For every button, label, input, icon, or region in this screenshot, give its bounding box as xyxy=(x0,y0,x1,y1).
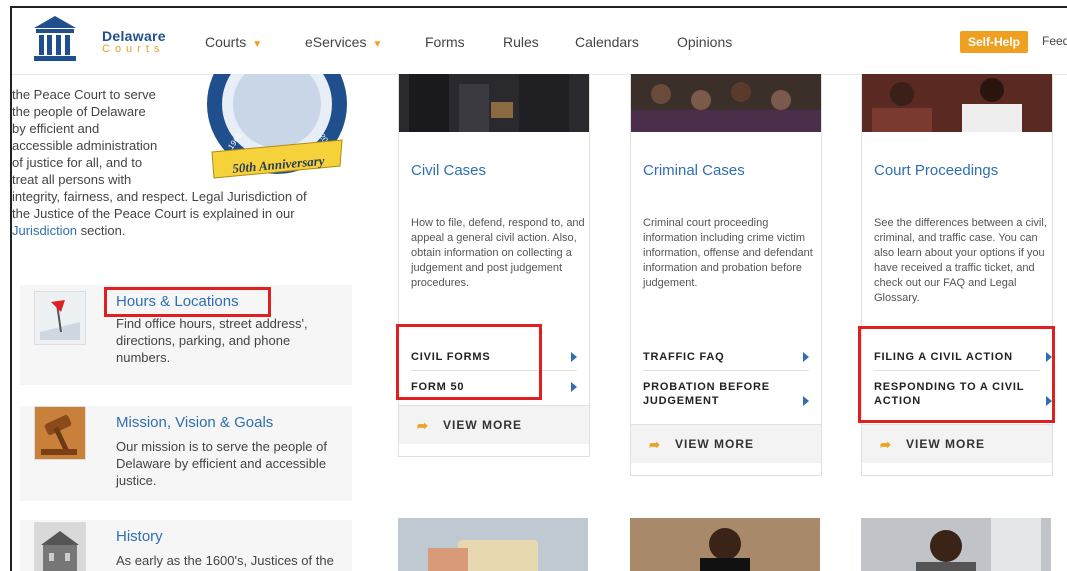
courthouse-logo-icon[interactable] xyxy=(32,14,78,62)
view-more-button[interactable]: ➦ VIEW MORE xyxy=(399,405,589,444)
highlight-box xyxy=(396,324,542,400)
category-description: How to file, defend, respond to, and app… xyxy=(411,217,585,289)
arrow-right-icon xyxy=(803,396,809,406)
history-card[interactable]: History As early as the 1600's, Justices… xyxy=(20,520,352,571)
feedback-link[interactable]: Feedback xyxy=(1042,34,1067,48)
mission-card[interactable]: Mission, Vision & Goals Our mission is t… xyxy=(20,406,352,501)
brand-name[interactable]: Delaware xyxy=(102,28,166,44)
civil-cases-photo xyxy=(399,74,589,132)
woman-photo xyxy=(630,518,820,571)
nav-forms[interactable]: Forms xyxy=(425,34,465,50)
nav-calendars[interactable]: Calendars xyxy=(575,34,639,50)
court-proceedings-photo xyxy=(862,74,1052,132)
history-photo-thumbnail-icon xyxy=(34,522,86,571)
arrow-right-icon xyxy=(571,352,577,362)
site-header: Delaware Courts Courts ▼ eServices ▼ Forms… xyxy=(12,8,1067,75)
nav-rules[interactable]: Rules xyxy=(503,34,539,50)
category-title[interactable]: Court Proceedings xyxy=(874,162,998,179)
jurisdiction-link[interactable]: Jurisdiction xyxy=(12,223,77,238)
card-description: As early as the 1600's, Justices of the xyxy=(116,553,334,568)
court-seal-emblem: 1966 2016 50th Anniversary xyxy=(207,74,347,179)
probation-before-judgement-link[interactable]: PROBATION BEFORE JUDGEMENT xyxy=(643,380,809,408)
arrow-right-icon xyxy=(803,352,809,362)
self-help-button[interactable]: Self-Help xyxy=(960,31,1029,53)
caret-down-icon: ▼ xyxy=(252,39,263,50)
man-photo xyxy=(861,518,1051,571)
share-arrow-icon: ➦ xyxy=(649,437,660,452)
criminal-cases-photo xyxy=(631,74,821,132)
nav-opinions[interactable]: Opinions xyxy=(677,34,732,50)
card-title[interactable]: Mission, Vision & Goals xyxy=(116,414,273,431)
brand-subtitle[interactable]: Courts xyxy=(102,43,164,55)
share-arrow-icon: ➦ xyxy=(880,437,891,452)
category-description: Criminal court proceeding information in… xyxy=(643,217,813,289)
intro-line: the Justice of the Peace Court is explai… xyxy=(12,206,295,221)
category-title[interactable]: Criminal Cases xyxy=(643,162,745,179)
share-arrow-icon: ➦ xyxy=(417,418,428,433)
criminal-cases-card: Criminal Cases Criminal court proceeding… xyxy=(630,74,822,476)
arrow-right-icon xyxy=(571,382,577,392)
payment-card-photo xyxy=(398,518,588,571)
caret-down-icon: ▼ xyxy=(372,39,383,50)
view-more-button[interactable]: ➦ VIEW MORE xyxy=(862,424,1052,463)
card-description: Find office hours, street address', dire… xyxy=(116,316,308,365)
category-description: See the differences between a civil, cri… xyxy=(874,217,1047,304)
card-description: Our mission is to serve the people of De… xyxy=(116,439,327,488)
highlight-box xyxy=(858,326,1055,423)
intro-line: Jurisdiction section. xyxy=(12,223,126,238)
gavel-thumbnail-icon xyxy=(34,406,86,460)
nav-courts[interactable]: Courts ▼ xyxy=(205,34,262,50)
browser-viewport: Delaware Courts Courts ▼ eServices ▼ Forms… xyxy=(10,6,1067,571)
nav-eservices[interactable]: eServices ▼ xyxy=(305,34,382,50)
category-title[interactable]: Civil Cases xyxy=(411,162,486,179)
traffic-faq-link[interactable]: TRAFFIC FAQ xyxy=(643,350,809,364)
view-more-button[interactable]: ➦ VIEW MORE xyxy=(631,424,821,463)
card-title[interactable]: History xyxy=(116,528,163,545)
map-pin-thumbnail-icon xyxy=(34,291,86,345)
highlight-box xyxy=(104,287,271,317)
divider xyxy=(643,370,809,371)
